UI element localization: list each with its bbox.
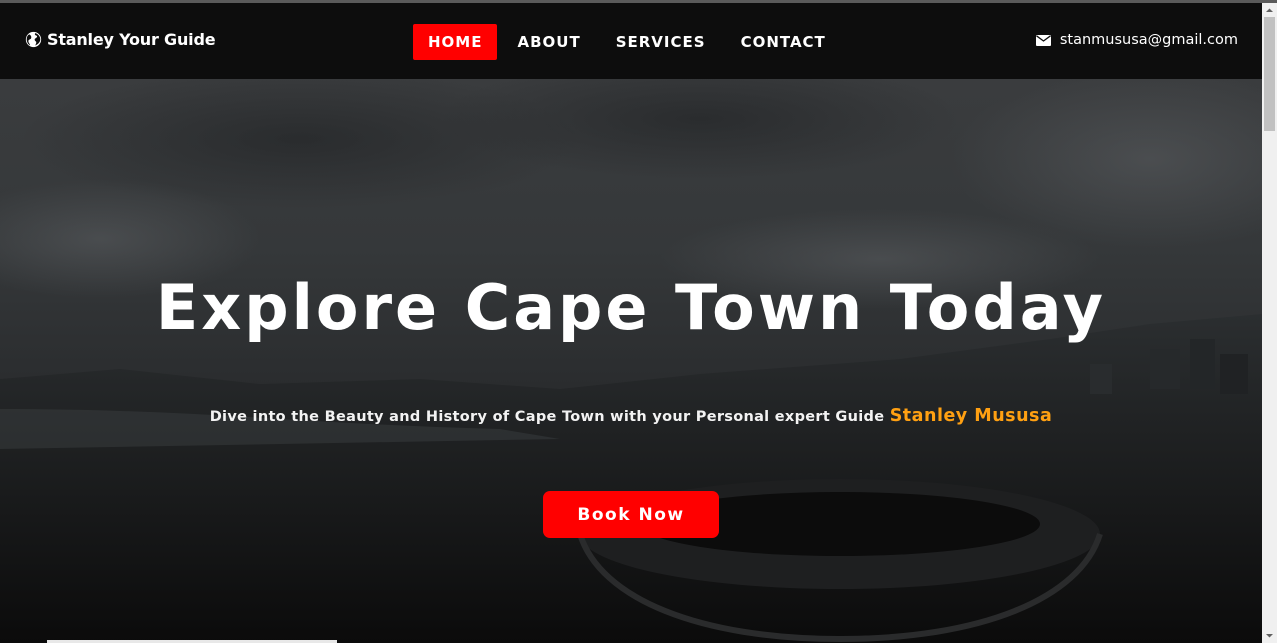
hero-subtitle: Dive into the Beauty and History of Cape… [0, 406, 1262, 426]
brand-logo[interactable]: Stanley Your Guide [25, 30, 216, 49]
scroll-up-arrow-icon[interactable] [1265, 6, 1274, 15]
guide-name-highlight: Stanley Mususa [889, 406, 1053, 426]
scroll-down-arrow-icon[interactable] [1265, 631, 1274, 640]
email-address: stanmususa@gmail.com [1059, 32, 1238, 48]
hero-title: Explore Cape Town Today [155, 271, 1107, 344]
scrollbar-thumb[interactable] [1264, 17, 1275, 131]
brand-name: Stanley Your Guide [47, 30, 216, 49]
globe-icon [25, 31, 42, 48]
email-link[interactable]: stanmususa@gmail.com [1035, 32, 1238, 48]
nav-about[interactable]: ABOUT [502, 24, 595, 60]
main-nav: HOME ABOUT SERVICES CONTACT [413, 24, 846, 60]
nav-contact[interactable]: CONTACT [726, 24, 841, 60]
hero-background-image [0, 79, 1262, 643]
page-scrollbar[interactable] [1262, 3, 1277, 643]
nav-home[interactable]: HOME [413, 24, 498, 60]
navbar: Stanley Your Guide HOME ABOUT SERVICES C… [0, 3, 1262, 79]
nav-services[interactable]: SERVICES [601, 24, 721, 60]
hero-subtitle-text: Dive into the Beauty and History of Cape… [209, 409, 885, 425]
hero-section: Explore Cape Town Today Dive into the Be… [0, 79, 1262, 643]
envelope-icon [1035, 34, 1051, 46]
book-now-button[interactable]: Book Now [543, 491, 719, 538]
